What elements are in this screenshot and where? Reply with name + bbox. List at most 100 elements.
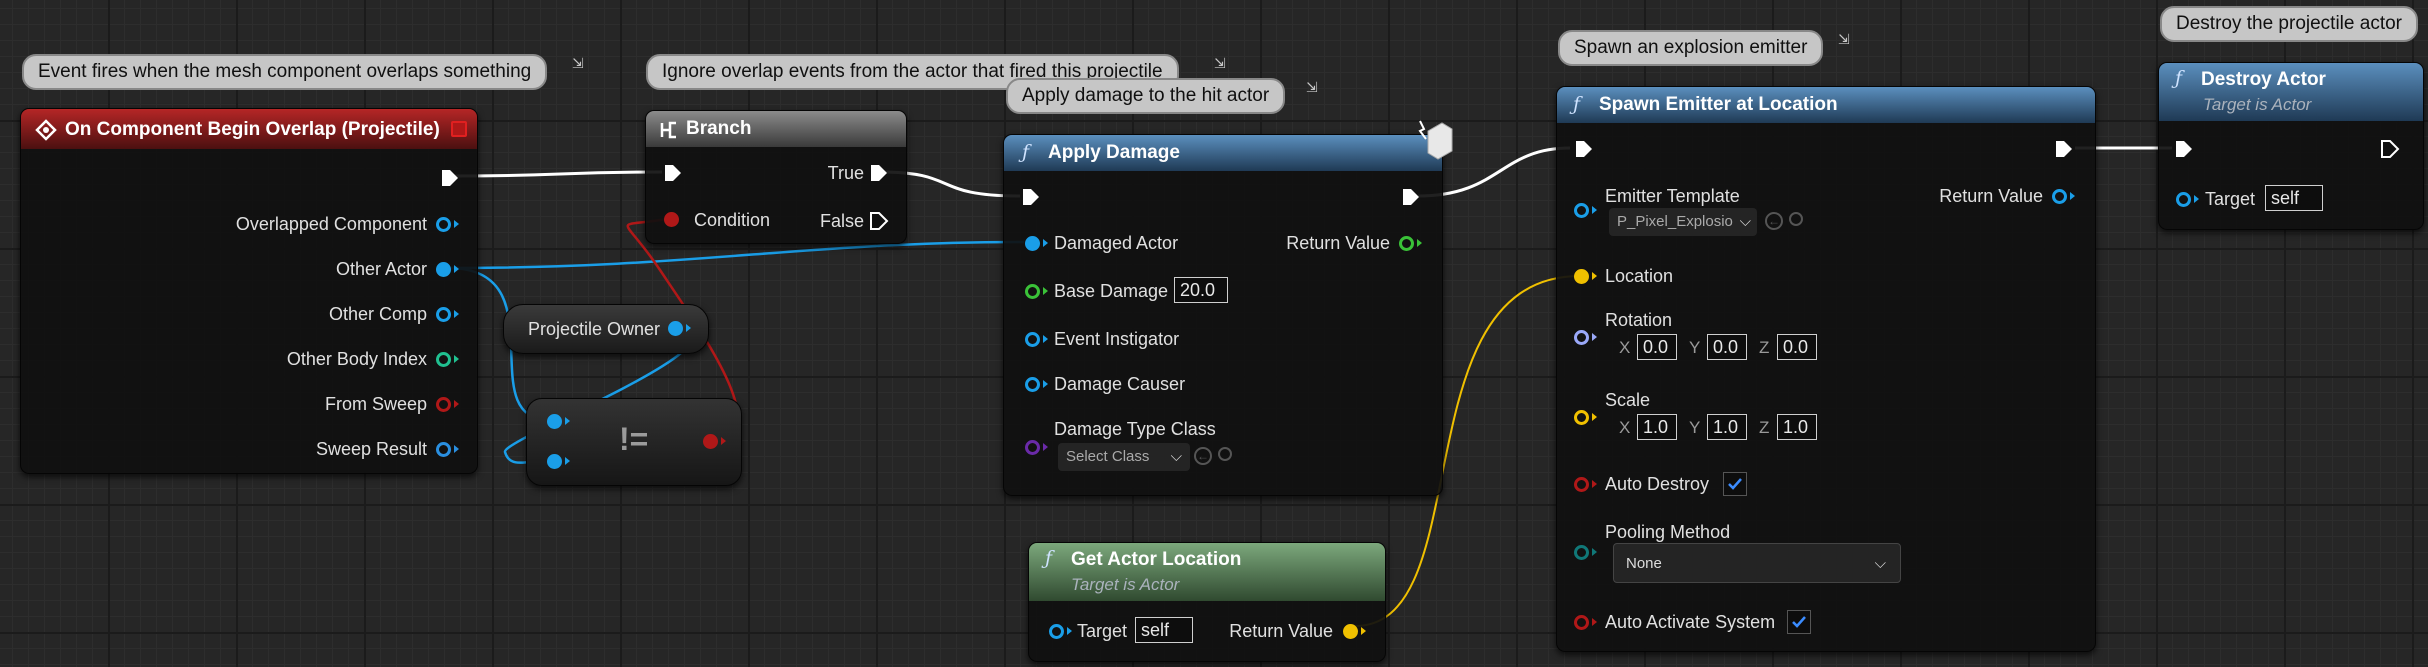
target-self-input[interactable]: self <box>1135 617 1193 643</box>
pin-label-scale: Scale <box>1605 390 1651 410</box>
pin-condition[interactable] <box>664 212 679 227</box>
destroy-actor-node[interactable]: ƒ Destroy Actor Target is Actor Target s… <box>2158 62 2424 230</box>
comment-spawn[interactable]: Spawn an explosion emitter <box>1558 30 1824 66</box>
pin-arrow-icon <box>1043 335 1048 343</box>
use-selected-icon[interactable]: ← <box>1194 447 1212 465</box>
pin-label-false: False <box>819 211 864 231</box>
select-class-dropdown[interactable]: Select Class ⌵ <box>1058 443 1190 471</box>
pin-overlapped-component[interactable] <box>436 217 451 232</box>
auto-destroy-checkbox[interactable] <box>1723 472 1747 496</box>
comment-destroy[interactable]: Destroy the projectile actor <box>2160 6 2418 42</box>
pin-arrow-icon <box>686 324 691 332</box>
use-selected-icon[interactable]: ← <box>1765 212 1783 230</box>
pin-rotation[interactable] <box>1574 330 1589 345</box>
pin-arrow-icon <box>1043 287 1048 295</box>
pin-arrow-icon <box>1043 443 1048 451</box>
pin-damage-causer[interactable] <box>1025 377 1040 392</box>
comment-pin-icon[interactable]: ⇲ <box>1214 56 1226 70</box>
pin-arrow-icon <box>1361 627 1366 635</box>
exec-out-pin[interactable] <box>2053 138 2075 160</box>
browse-search-icon[interactable] <box>1218 447 1232 461</box>
comment-overlap[interactable]: Event fires when the mesh component over… <box>22 54 548 90</box>
scale-z-input[interactable]: 1.0 <box>1777 414 1817 440</box>
pin-emitter-template[interactable] <box>1574 203 1589 218</box>
spawn-emitter-node[interactable]: ƒ Spawn Emitter at Location Emitter Temp… <box>1556 86 2096 652</box>
pin-damaged-actor[interactable] <box>1025 236 1040 251</box>
exec-wire-event-branch <box>454 170 663 178</box>
pin-label-return-value: Return Value <box>1286 233 1390 253</box>
exec-in-pin[interactable] <box>2173 138 2195 160</box>
pin-other-comp[interactable] <box>436 307 451 322</box>
comment-apply-damage[interactable]: Apply damage to the hit actor <box>1006 78 1286 114</box>
exec-out-pin[interactable] <box>2379 138 2401 160</box>
pin-arrow-icon <box>1592 480 1597 488</box>
emitter-template-dropdown[interactable]: P_Pixel_Explosio ⌵ <box>1609 208 1757 236</box>
chevron-down-icon: ⌵ <box>1874 555 1886 572</box>
pin-not-equal-a[interactable] <box>547 414 562 429</box>
browse-search-icon[interactable] <box>1789 212 1803 226</box>
delegate-pin-icon[interactable] <box>451 121 467 137</box>
pin-emitter-return[interactable] <box>2052 189 2067 204</box>
chevron-down-icon: ⌵ <box>1170 448 1182 465</box>
scale-x-input[interactable]: 1.0 <box>1637 414 1677 440</box>
comment-pin-icon[interactable]: ⇲ <box>572 56 584 70</box>
pin-location-return[interactable] <box>1343 624 1358 639</box>
pin-target[interactable] <box>2176 192 2191 207</box>
apply-damage-node[interactable]: ƒ Apply Damage Damaged Actor Return Valu… <box>1003 120 1453 496</box>
pin-from-sweep[interactable] <box>436 397 451 412</box>
pin-pooling-method[interactable] <box>1574 545 1589 560</box>
auto-activate-checkbox[interactable] <box>1787 610 1811 634</box>
pin-label-target: Target <box>1077 621 1128 641</box>
pin-target[interactable] <box>1049 624 1064 639</box>
pooling-method-dropdown[interactable]: None ⌵ <box>1613 543 1901 583</box>
scale-y-input[interactable]: 1.0 <box>1707 414 1747 440</box>
pin-arrow-icon <box>1592 333 1597 341</box>
destroy-actor-title: Destroy Actor <box>2201 69 2326 90</box>
get-actor-location-node[interactable]: ƒ Get Actor Location Target is Actor Tar… <box>1028 542 1386 662</box>
event-node-begin-overlap[interactable]: On Component Begin Overlap (Projectile) … <box>20 108 478 474</box>
projectile-owner-node[interactable]: Projectile Owner <box>503 304 709 354</box>
exec-in-pin[interactable] <box>1573 138 1595 160</box>
comment-pin-icon[interactable]: ⇲ <box>1306 80 1318 94</box>
function-icon: ƒ <box>1573 93 1581 115</box>
pin-arrow-icon <box>1592 206 1597 214</box>
exec-true-pin[interactable] <box>868 162 890 184</box>
pin-damage-type-class[interactable] <box>1025 440 1040 455</box>
pin-location[interactable] <box>1574 269 1589 284</box>
comment-pin-icon[interactable]: ⇲ <box>1838 32 1850 46</box>
pin-arrow-icon <box>454 310 459 318</box>
exec-false-pin[interactable] <box>868 210 890 232</box>
rotation-x-input[interactable]: 0.0 <box>1637 334 1677 360</box>
pin-arrow-icon <box>454 220 459 228</box>
pin-not-equal-result[interactable] <box>703 434 718 449</box>
pin-sweep-result[interactable] <box>436 442 451 457</box>
pin-label-other-comp: Other Comp <box>328 304 427 324</box>
branch-node[interactable]: Branch True Condition False <box>645 110 907 244</box>
pin-return-value[interactable] <box>1399 236 1414 251</box>
target-self-input[interactable]: self <box>2265 185 2323 211</box>
get-actor-location-title: Get Actor Location <box>1071 549 1242 570</box>
pin-arrow-icon <box>1417 239 1422 247</box>
pin-base-damage[interactable] <box>1025 284 1040 299</box>
checkmark-icon <box>1728 478 1742 490</box>
exec-in-pin[interactable] <box>1020 186 1042 208</box>
base-damage-input[interactable]: 20.0 <box>1174 277 1228 303</box>
pin-projectile-owner[interactable] <box>668 321 683 336</box>
select-class-value: Select Class <box>1066 448 1150 465</box>
pin-other-body-index[interactable] <box>436 352 451 367</box>
pin-event-instigator[interactable] <box>1025 332 1040 347</box>
exec-out-pin[interactable] <box>439 167 461 189</box>
exec-in-pin[interactable] <box>662 162 684 184</box>
pin-arrow-icon <box>2194 195 2199 203</box>
exec-out-pin[interactable] <box>1400 186 1422 208</box>
pin-auto-activate[interactable] <box>1574 615 1589 630</box>
rotation-z-input[interactable]: 0.0 <box>1777 334 1817 360</box>
pin-other-actor[interactable] <box>436 262 451 277</box>
pin-scale[interactable] <box>1574 410 1589 425</box>
not-equal-node[interactable]: != <box>526 398 742 486</box>
pin-not-equal-b[interactable] <box>547 454 562 469</box>
axis-y-label: Y <box>1689 338 1701 357</box>
pin-auto-destroy[interactable] <box>1574 477 1589 492</box>
rotation-y-input[interactable]: 0.0 <box>1707 334 1747 360</box>
branch-node-header[interactable] <box>646 111 906 147</box>
